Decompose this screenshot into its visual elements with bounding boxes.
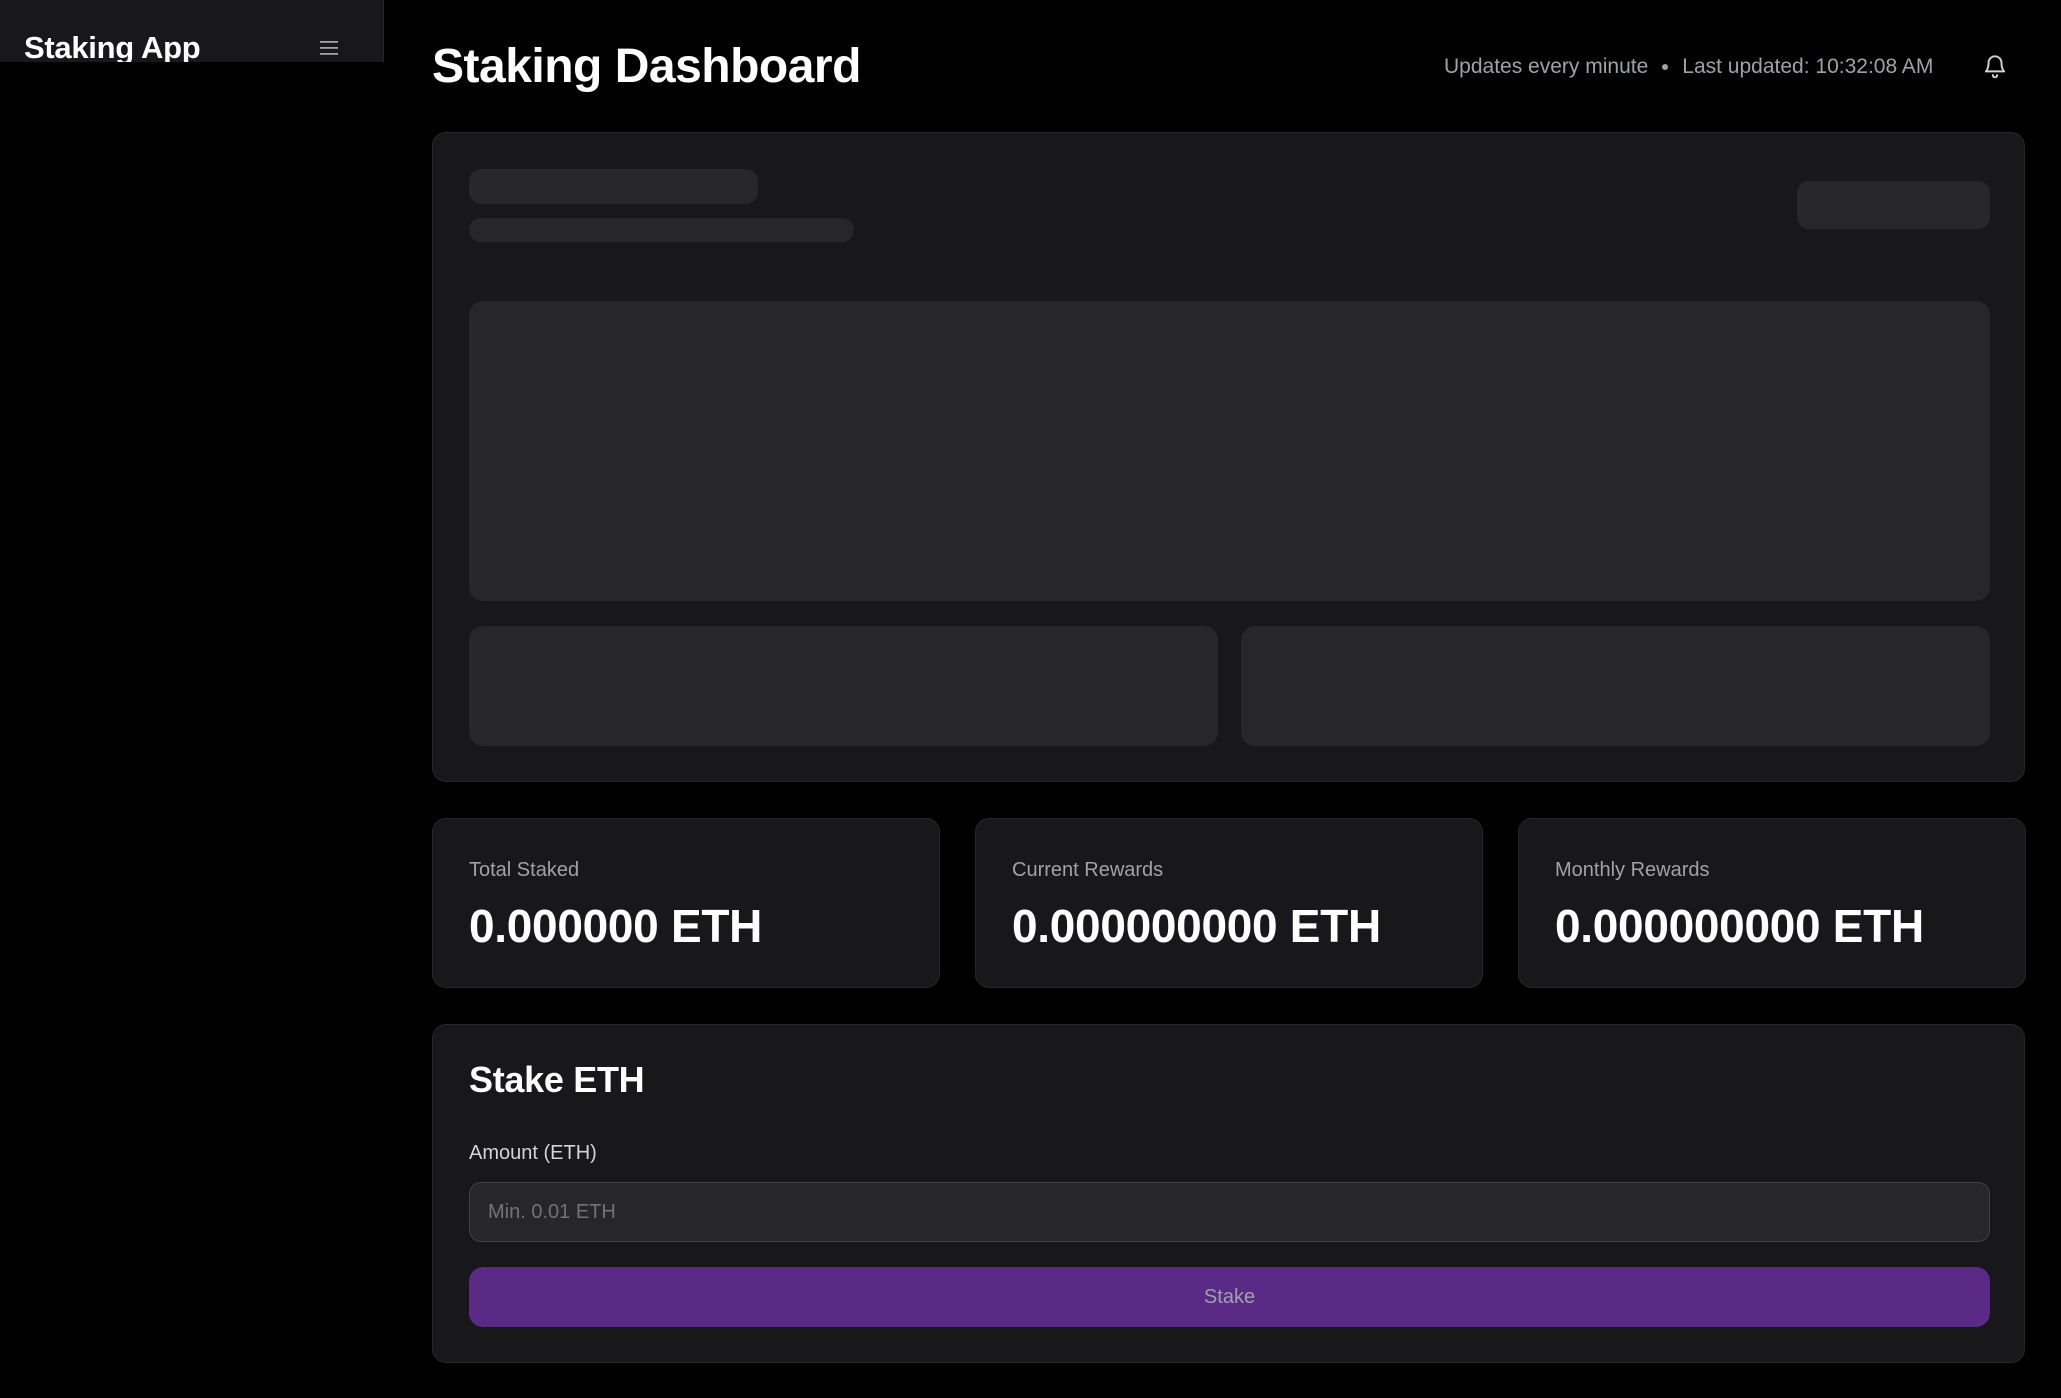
stake-form-title: Stake ETH — [469, 1059, 645, 1100]
update-status: Updates every minute Last updated: 10:32… — [1444, 52, 1933, 82]
app-brand: Staking App — [24, 30, 201, 62]
stat-card-total-staked: Total Staked 0.000000 ETH — [432, 818, 940, 988]
stat-value: 0.000000 ETH — [469, 900, 763, 952]
loading-chart-panel — [432, 132, 2025, 782]
skeleton-summary-right — [1241, 626, 1990, 746]
stat-value: 0.000000000 ETH — [1012, 900, 1381, 952]
skeleton-title — [469, 169, 758, 204]
stake-button[interactable]: Stake — [469, 1267, 1990, 1327]
skeleton-button — [1797, 181, 1990, 229]
notifications-button[interactable] — [1982, 52, 2008, 80]
bell-icon — [1982, 55, 2008, 84]
stat-card-current-rewards: Current Rewards 0.000000000 ETH — [975, 818, 1483, 988]
menu-icon — [320, 41, 338, 55]
separator-dot — [1662, 64, 1669, 70]
amount-label: Amount (ETH) — [469, 1142, 597, 1164]
stat-label: Current Rewards — [1012, 859, 1164, 881]
stat-card-monthly-rewards: Monthly Rewards 0.000000000 ETH — [1518, 818, 2026, 988]
update-frequency: Updates every minute — [1444, 55, 1649, 78]
stake-form-panel: Stake ETH Amount (ETH) Stake — [432, 1024, 2025, 1363]
last-updated: Last updated: 10:32:08 AM — [1682, 55, 1934, 78]
skeleton-chart — [469, 301, 1990, 601]
stat-label: Monthly Rewards — [1555, 859, 1710, 881]
menu-toggle-button[interactable] — [312, 36, 346, 60]
stat-label: Total Staked — [469, 859, 580, 881]
amount-input[interactable] — [469, 1182, 1990, 1242]
sidebar: Staking App — [0, 0, 384, 1398]
stat-value: 0.000000000 ETH — [1555, 900, 1924, 952]
sidebar-header: Staking App — [0, 0, 384, 62]
page-title: Staking Dashboard — [432, 40, 861, 93]
skeleton-subtitle — [469, 218, 854, 242]
app-root: Staking App Staking Dashboard Updates ev… — [0, 0, 2061, 1398]
skeleton-summary-left — [469, 626, 1218, 746]
